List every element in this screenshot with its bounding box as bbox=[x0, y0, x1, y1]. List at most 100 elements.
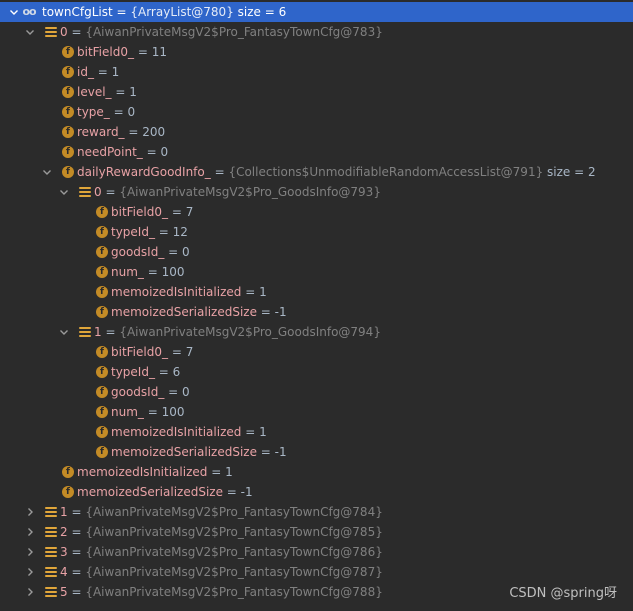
variable-type: {AiwanPrivateMsgV2$Pro_GoodsInfo@793} bbox=[119, 185, 381, 199]
variable-value: 11 bbox=[151, 45, 167, 59]
tree-row[interactable]: f memoizedSerializedSize = -1 bbox=[0, 482, 633, 502]
tree-row[interactable]: f id_ = 1 bbox=[0, 62, 633, 82]
variable-value: 100 bbox=[161, 265, 185, 279]
row-text: 2 = {AiwanPrivateMsgV2$Pro_FantasyTownCf… bbox=[60, 525, 383, 539]
row-text: 0 = {AiwanPrivateMsgV2$Pro_FantasyTownCf… bbox=[60, 25, 383, 39]
variable-type: {AiwanPrivateMsgV2$Pro_FantasyTownCfg@78… bbox=[85, 525, 383, 539]
variable-name: level_ bbox=[77, 85, 112, 99]
tree-row[interactable]: 4 = {AiwanPrivateMsgV2$Pro_FantasyTownCf… bbox=[0, 562, 633, 582]
variable-name: num_ bbox=[111, 265, 144, 279]
variable-value: 1 bbox=[225, 465, 233, 479]
chevron-down-icon[interactable] bbox=[24, 22, 36, 42]
tree-row[interactable]: f needPoint_ = 0 bbox=[0, 142, 633, 162]
row-text: memoizedSerializedSize = -1 bbox=[77, 485, 253, 499]
chevron-down-icon[interactable] bbox=[8, 2, 20, 22]
field-icon: f bbox=[95, 222, 109, 242]
field-icon: f bbox=[95, 282, 109, 302]
tree-row[interactable]: f memoizedSerializedSize = -1 bbox=[0, 302, 633, 322]
row-text: reward_ = 200 bbox=[77, 125, 166, 139]
tree-row[interactable]: f typeId_ = 12 bbox=[0, 222, 633, 242]
row-text: 1 = {AiwanPrivateMsgV2$Pro_GoodsInfo@794… bbox=[94, 325, 381, 339]
field-icon: f bbox=[61, 162, 75, 182]
tree-row[interactable]: 1 = {AiwanPrivateMsgV2$Pro_GoodsInfo@794… bbox=[0, 322, 633, 342]
field-icon: f bbox=[95, 262, 109, 282]
field-icon: f bbox=[95, 402, 109, 422]
variable-type: {ArrayList@780} bbox=[130, 5, 234, 19]
row-text: dailyRewardGoodInfo_ = {Collections$Unmo… bbox=[77, 165, 596, 179]
list-icon bbox=[44, 502, 58, 522]
tree-row[interactable]: f typeId_ = 6 bbox=[0, 362, 633, 382]
tree-row[interactable]: f memoizedIsInitialized = 1 bbox=[0, 462, 633, 482]
row-text: memoizedSerializedSize = -1 bbox=[111, 445, 287, 459]
tree-row[interactable]: f bitField0_ = 7 bbox=[0, 202, 633, 222]
chevron-down-icon[interactable] bbox=[58, 182, 70, 202]
variable-name: reward_ bbox=[77, 125, 125, 139]
variable-type: {AiwanPrivateMsgV2$Pro_FantasyTownCfg@78… bbox=[85, 25, 383, 39]
variable-name: needPoint_ bbox=[77, 145, 143, 159]
variable-value: -1 bbox=[274, 445, 287, 459]
chevron-right-icon[interactable] bbox=[24, 502, 36, 522]
row-text: 3 = {AiwanPrivateMsgV2$Pro_FantasyTownCf… bbox=[60, 545, 383, 559]
variable-name: bitField0_ bbox=[77, 45, 134, 59]
variable-value: 7 bbox=[185, 205, 194, 219]
variable-name: id_ bbox=[77, 65, 94, 79]
tree-row[interactable]: f num_ = 100 bbox=[0, 262, 633, 282]
tree-row[interactable]: 1 = {AiwanPrivateMsgV2$Pro_FantasyTownCf… bbox=[0, 502, 633, 522]
tree-row[interactable]: f memoizedIsInitialized = 1 bbox=[0, 282, 633, 302]
tree-row[interactable]: 0 = {AiwanPrivateMsgV2$Pro_FantasyTownCf… bbox=[0, 22, 633, 42]
tree-row[interactable]: 3 = {AiwanPrivateMsgV2$Pro_FantasyTownCf… bbox=[0, 542, 633, 562]
variable-value: 12 bbox=[172, 225, 188, 239]
row-text: num_ = 100 bbox=[111, 265, 185, 279]
variable-name: goodsId_ bbox=[111, 385, 165, 399]
chevron-right-icon[interactable] bbox=[24, 522, 36, 542]
list-icon bbox=[44, 542, 58, 562]
tree-row[interactable]: f reward_ = 200 bbox=[0, 122, 633, 142]
row-text: 1 = {AiwanPrivateMsgV2$Pro_FantasyTownCf… bbox=[60, 505, 383, 519]
tree-row[interactable]: f dailyRewardGoodInfo_ = {Collections$Unm… bbox=[0, 162, 633, 182]
tree-row[interactable]: f level_ = 1 bbox=[0, 82, 633, 102]
variable-name: bitField0_ bbox=[111, 205, 168, 219]
variable-value: 0 bbox=[160, 145, 169, 159]
variable-name: memoizedIsInitialized bbox=[111, 285, 242, 299]
tree-row[interactable]: f memoizedSerializedSize = -1 bbox=[0, 442, 633, 462]
variable-value: -1 bbox=[274, 305, 287, 319]
tree-row[interactable]: f goodsId_ = 0 bbox=[0, 242, 633, 262]
list-icon bbox=[78, 322, 92, 342]
tree-root-row[interactable]: oo townCfgList = {ArrayList@780} size = 6 bbox=[0, 2, 633, 22]
tree-row[interactable]: 0 = {AiwanPrivateMsgV2$Pro_GoodsInfo@793… bbox=[0, 182, 633, 202]
variable-value: 7 bbox=[185, 345, 194, 359]
row-text: bitField0_ = 11 bbox=[77, 45, 167, 59]
variable-name: 0 bbox=[94, 185, 102, 199]
variable-value: 0 bbox=[182, 385, 190, 399]
tree-row[interactable]: f bitField0_ = 7 bbox=[0, 342, 633, 362]
variable-name: 0 bbox=[60, 25, 68, 39]
chevron-right-icon[interactable] bbox=[24, 562, 36, 582]
row-text: 0 = {AiwanPrivateMsgV2$Pro_GoodsInfo@793… bbox=[94, 185, 381, 199]
chevron-right-icon[interactable] bbox=[24, 582, 36, 602]
tree-row[interactable]: f memoizedIsInitialized = 1 bbox=[0, 422, 633, 442]
row-text: typeId_ = 6 bbox=[111, 365, 181, 379]
row-text: 5 = {AiwanPrivateMsgV2$Pro_FantasyTownCf… bbox=[60, 585, 383, 599]
list-icon bbox=[44, 22, 58, 42]
variable-value: size = 6 bbox=[237, 5, 287, 19]
row-text: level_ = 1 bbox=[77, 85, 137, 99]
row-text: goodsId_ = 0 bbox=[111, 385, 190, 399]
variable-name: memoizedSerializedSize bbox=[77, 485, 223, 499]
chevron-right-icon[interactable] bbox=[24, 542, 36, 562]
field-icon: f bbox=[61, 102, 75, 122]
list-icon bbox=[44, 562, 58, 582]
variable-name: 5 bbox=[60, 585, 68, 599]
tree-row[interactable]: f goodsId_ = 0 bbox=[0, 382, 633, 402]
variable-value: 200 bbox=[142, 125, 166, 139]
row-text: 4 = {AiwanPrivateMsgV2$Pro_FantasyTownCf… bbox=[60, 565, 383, 579]
field-icon: f bbox=[95, 302, 109, 322]
variable-name: type_ bbox=[77, 105, 110, 119]
chevron-down-icon[interactable] bbox=[58, 322, 70, 342]
row-text: memoizedIsInitialized = 1 bbox=[111, 425, 267, 439]
tree-row[interactable]: 2 = {AiwanPrivateMsgV2$Pro_FantasyTownCf… bbox=[0, 522, 633, 542]
chevron-down-icon[interactable] bbox=[41, 162, 53, 182]
variable-name: goodsId_ bbox=[111, 245, 165, 259]
tree-row[interactable]: f type_ = 0 bbox=[0, 102, 633, 122]
tree-row[interactable]: f num_ = 100 bbox=[0, 402, 633, 422]
tree-row[interactable]: f bitField0_ = 11 bbox=[0, 42, 633, 62]
